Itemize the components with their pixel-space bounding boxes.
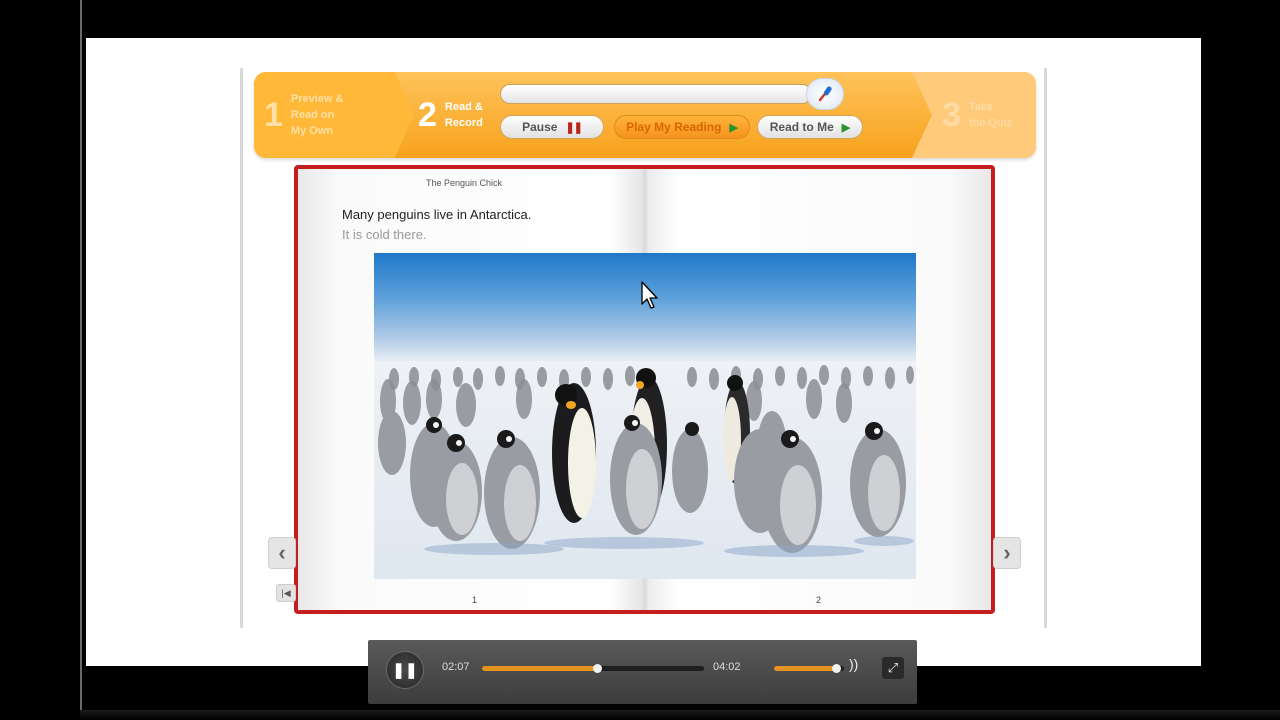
step-2-record[interactable]: 2 Read & Record xyxy=(414,72,483,158)
total-duration: 04:02 xyxy=(713,661,741,673)
pause-button[interactable]: Pause ❚❚ xyxy=(500,115,604,139)
right-page-number: 2 xyxy=(816,595,822,605)
step-2-label-line2: Record xyxy=(444,117,483,129)
play-my-reading-label: Play My Reading xyxy=(626,120,722,134)
video-player-controls: ❚❚ 02:07 04:02 )) ⤢ xyxy=(368,640,917,704)
speaker-icon[interactable]: )) xyxy=(849,656,858,672)
microphone-icon[interactable] xyxy=(806,78,844,110)
book-text-line-2: It is cold there. xyxy=(342,227,427,242)
seek-bar-thumb[interactable] xyxy=(593,664,603,673)
read-to-me-label: Read to Me xyxy=(769,120,834,134)
pause-icon: ❚❚ xyxy=(392,662,418,679)
step-1-preview[interactable]: 1 Preview & Read on My Own xyxy=(254,72,414,158)
pause-button-label: Pause xyxy=(522,120,558,134)
first-page-button[interactable]: |◀ xyxy=(276,584,296,602)
window-edge xyxy=(80,0,82,720)
pause-icon: ❚❚ xyxy=(565,121,582,134)
step-1-label-line3: My Own xyxy=(290,125,334,137)
left-page-number: 1 xyxy=(472,595,478,605)
play-my-reading-button[interactable]: Play My Reading ▶ xyxy=(614,115,750,139)
step-3-label-line1: Take xyxy=(968,101,994,113)
volume-slider-thumb[interactable] xyxy=(831,664,841,673)
chevron-left-icon: ‹ xyxy=(278,540,286,565)
microphone-glyph xyxy=(818,86,832,102)
step-1-number: 1 xyxy=(264,95,283,134)
ebook-spread: The Penguin Chick Many penguins live in … xyxy=(294,165,995,614)
step-2-number: 2 xyxy=(418,95,437,134)
next-page-button[interactable]: › xyxy=(993,537,1021,569)
previous-page-button[interactable]: ‹ xyxy=(268,537,296,569)
step-3-label: Take the Quiz xyxy=(969,99,1012,131)
elapsed-time: 02:07 xyxy=(442,661,470,673)
step-3-quiz[interactable]: 3 Take the Quiz xyxy=(912,72,1036,158)
step-1-label: Preview & Read on My Own xyxy=(291,91,344,139)
recording-progress-track xyxy=(500,84,812,104)
play-icon: ▶ xyxy=(841,121,851,134)
step-2-label: Read & Record xyxy=(445,99,483,131)
content-right-border xyxy=(1044,68,1047,628)
play-icon: ▶ xyxy=(729,121,738,134)
content-left-border xyxy=(240,68,243,628)
seek-bar[interactable] xyxy=(482,664,704,673)
volume-slider[interactable] xyxy=(774,664,844,673)
step-1-label-line1: Preview & xyxy=(290,93,344,105)
step-bar: 1 Preview & Read on My Own 2 Read & Reco… xyxy=(254,72,1036,158)
book-text-line-1: Many penguins live in Antarctica. xyxy=(342,207,532,222)
rewind-icon: |◀ xyxy=(281,587,291,598)
mouse-cursor-icon xyxy=(641,281,658,309)
read-to-me-button[interactable]: Read to Me ▶ xyxy=(757,115,863,139)
screen-frame: 1 Preview & Read on My Own 2 Read & Reco… xyxy=(0,0,1280,720)
pause-video-button[interactable]: ❚❚ xyxy=(386,651,424,689)
fullscreen-button[interactable]: ⤢ xyxy=(882,657,904,679)
step-3-label-line2: the Quiz xyxy=(968,117,1013,129)
step-2-label-line1: Read & xyxy=(444,101,483,113)
step-1-label-line2: Read on xyxy=(290,109,335,121)
taskbar-strip xyxy=(80,710,1280,720)
seek-bar-fill xyxy=(482,666,598,671)
volume-slider-fill xyxy=(774,666,836,671)
step-3-number: 3 xyxy=(942,95,961,134)
chevron-right-icon: › xyxy=(1003,540,1011,565)
fullscreen-icon: ⤢ xyxy=(887,660,899,675)
book-title: The Penguin Chick xyxy=(426,178,503,188)
